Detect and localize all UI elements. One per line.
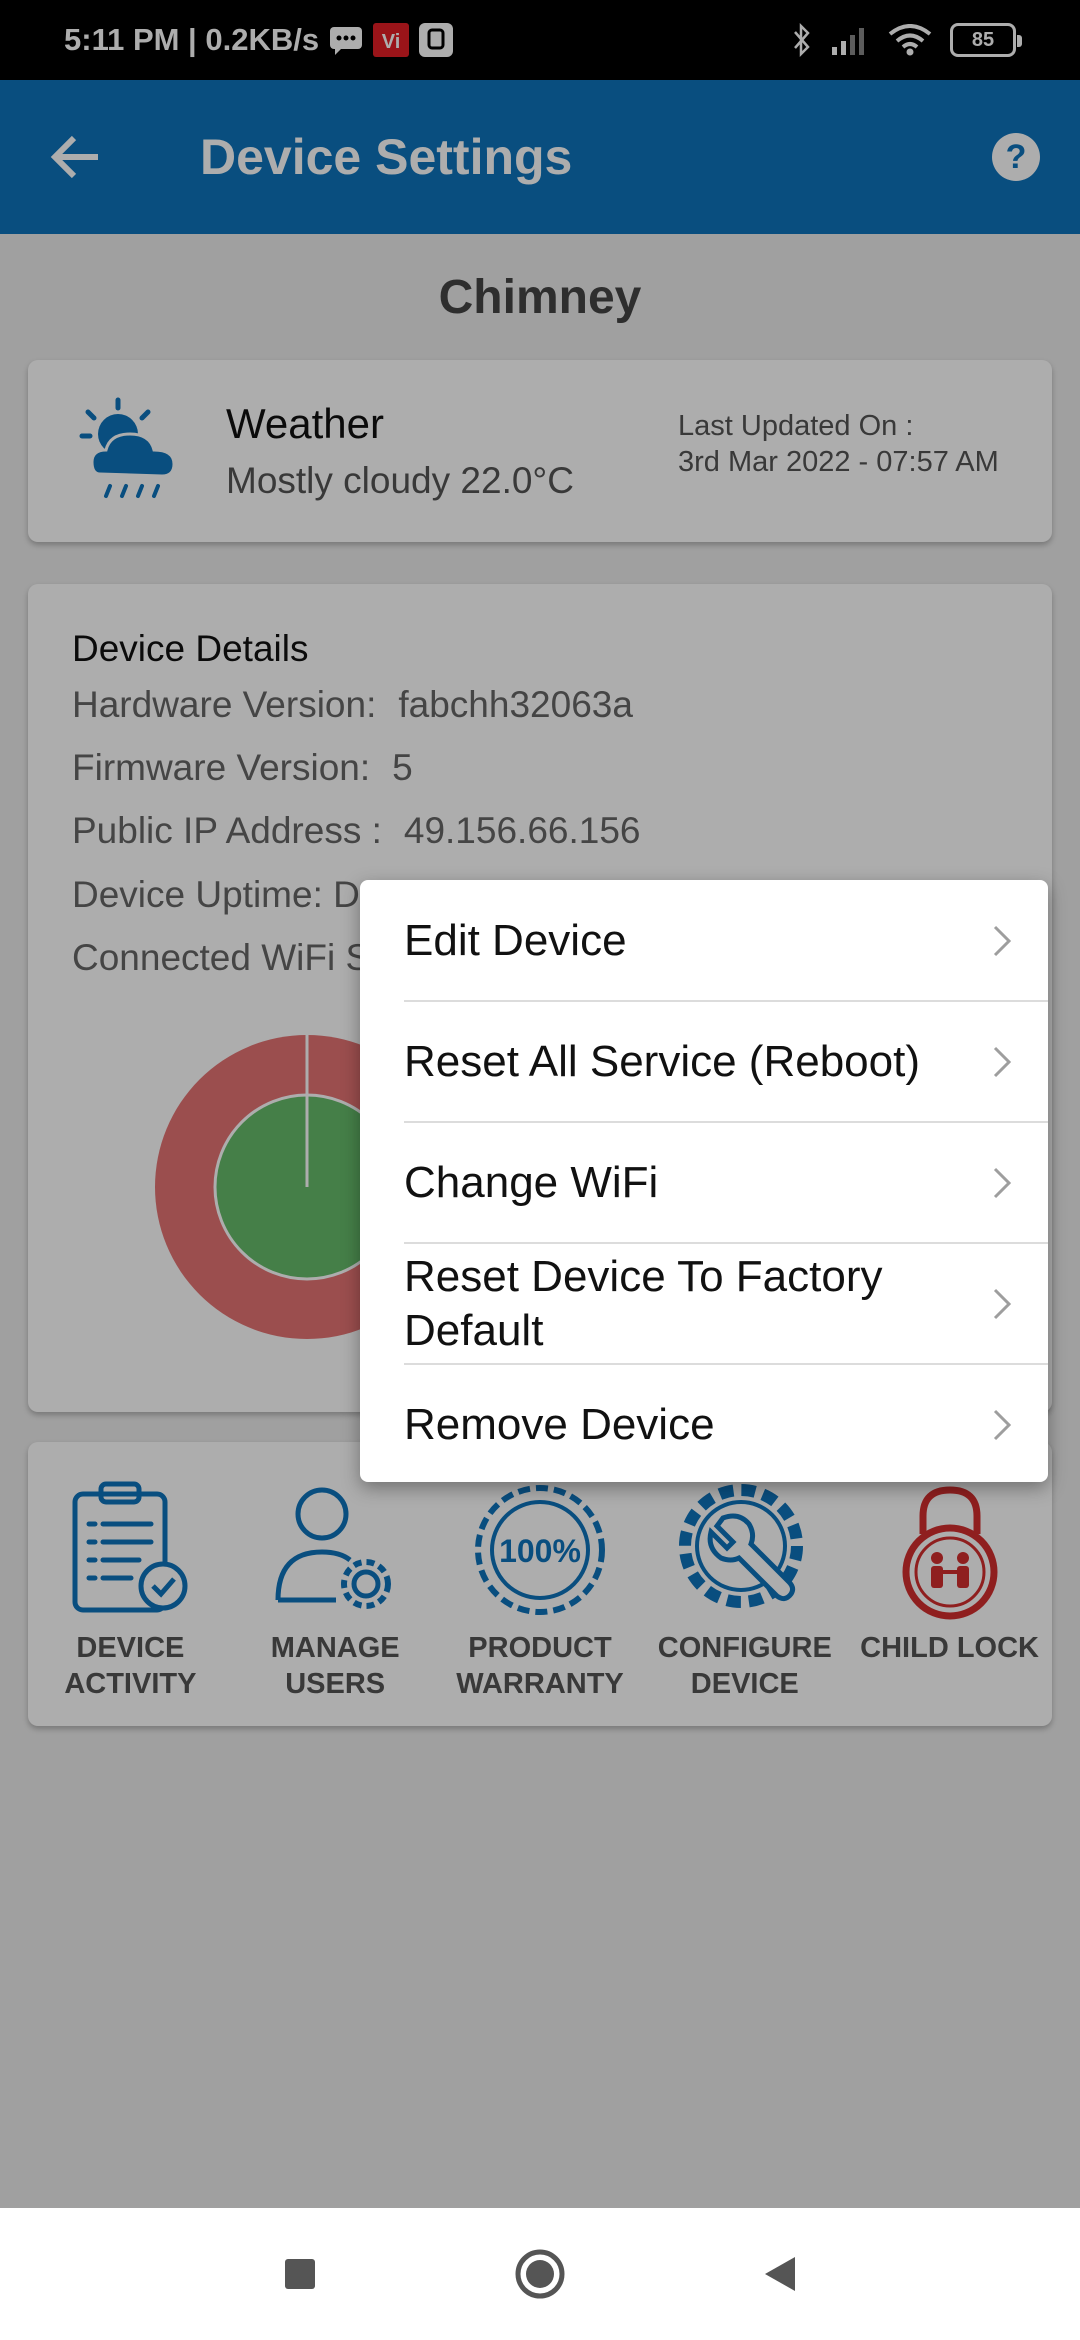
back-triangle-icon [765, 2257, 795, 2291]
back-nav-button[interactable] [750, 2244, 810, 2304]
chevron-right-icon [993, 1409, 1012, 1441]
menu-item-reset-all-service[interactable]: Reset All Service (Reboot) [360, 1001, 1048, 1122]
menu-item-factory-reset[interactable]: Reset Device To Factory Default [360, 1243, 1048, 1364]
menu-item-remove-device[interactable]: Remove Device [360, 1364, 1048, 1485]
remove-device-label: Remove Device [404, 1399, 715, 1449]
home-circle-icon [515, 2249, 565, 2299]
chevron-right-icon [993, 1046, 1012, 1078]
chevron-right-icon [993, 1288, 1012, 1320]
home-button[interactable] [510, 2244, 570, 2304]
chevron-right-icon [993, 925, 1012, 957]
change-wifi-label: Change WiFi [404, 1157, 659, 1207]
recents-button[interactable] [270, 2244, 330, 2304]
edit-device-label: Edit Device [404, 915, 627, 965]
menu-item-edit-device[interactable]: Edit Device [360, 880, 1048, 1001]
factory-reset-label: Reset Device To Factory Default [404, 1251, 883, 1355]
chevron-right-icon [993, 1167, 1012, 1199]
recents-square-icon [285, 2259, 315, 2289]
menu-item-change-wifi[interactable]: Change WiFi [360, 1122, 1048, 1243]
device-options-menu: Edit Device Reset All Service (Reboot) C… [360, 880, 1048, 1482]
reset-all-service-label: Reset All Service (Reboot) [404, 1036, 920, 1086]
system-nav-bar [0, 2208, 1080, 2340]
